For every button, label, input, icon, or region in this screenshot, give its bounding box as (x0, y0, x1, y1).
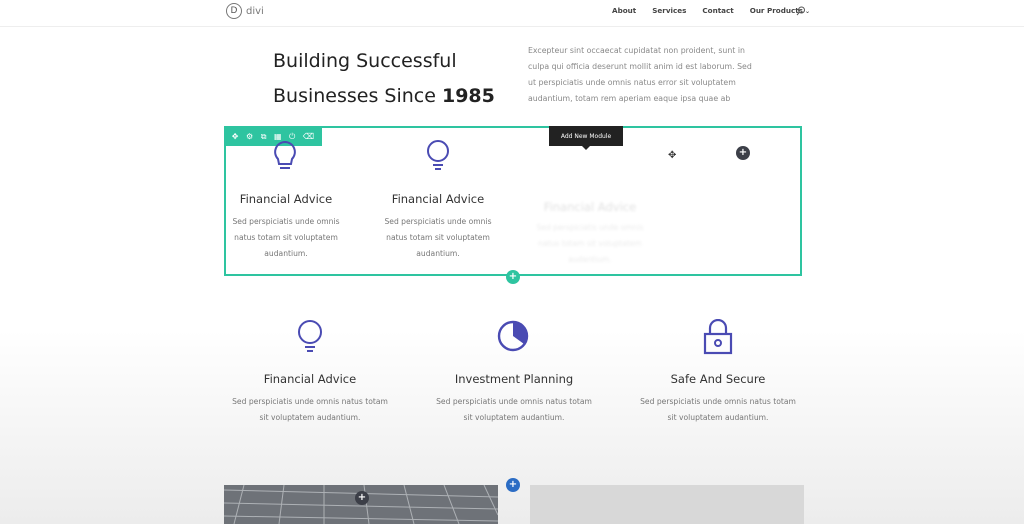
move-cursor-icon: ✥ (668, 150, 677, 161)
add-module-button[interactable]: + (736, 146, 750, 160)
feature-desc: Sed perspiciatis unde omnis natus totam … (632, 394, 804, 426)
trash-icon[interactable]: ⌫ (303, 132, 314, 141)
module-title: Financial Advice (239, 192, 333, 206)
module-desc-line: natus totam sit voluptatem (538, 239, 642, 248)
builder-module-2[interactable]: Financial Advice Sed perspiciatis unde o… (376, 192, 500, 262)
add-module-button[interactable]: + (355, 491, 369, 505)
module-desc-line: Sed perspiciatis unde omnis (536, 223, 644, 232)
feature-desc-line: Sed perspiciatis unde omnis natus totam (640, 397, 796, 406)
hero-paragraph: Excepteur sint occaecat cupidatat non pr… (528, 46, 752, 103)
feature-safe-and-secure: Safe And Secure Sed perspiciatis unde om… (632, 372, 804, 426)
main-nav: About Services Contact Our Products ⌄ (612, 6, 810, 15)
module-desc: Sed perspiciatis unde omnis natus totam … (224, 214, 348, 262)
feature-desc-line: Sed perspiciatis unde omnis natus totam (436, 397, 592, 406)
pie-chart-icon (497, 320, 529, 352)
image-placeholder[interactable] (530, 485, 804, 524)
feature-desc-line: sit voluptatem audantium. (667, 413, 769, 422)
module-desc-line: audantium. (416, 249, 460, 258)
feature-desc-line: Sed perspiciatis unde omnis natus totam (232, 397, 388, 406)
module-title: Financial Advice (391, 192, 485, 206)
lightbulb-icon (427, 140, 449, 170)
feature-desc-line: sit voluptatem audantium. (463, 413, 565, 422)
feature-desc-line: sit voluptatem audantium. (259, 413, 361, 422)
module-desc-line: natus totam sit voluptatem (386, 233, 490, 242)
module-desc: Sed perspiciatis unde omnis natus totam … (376, 214, 500, 262)
lock-icon (703, 319, 733, 355)
lightbulb-icon (298, 320, 322, 352)
hero-title-line1: Building Successful (273, 50, 457, 72)
power-icon[interactable]: ⏻ (289, 132, 295, 141)
module-desc-line: Sed perspiciatis unde omnis (232, 217, 340, 226)
hero-title-prefix: Businesses Since (273, 85, 442, 107)
hero-title-line2: Businesses Since 1985 (273, 79, 495, 114)
lightbulb-icon (274, 141, 296, 169)
move-icon[interactable]: ✥ (232, 132, 239, 141)
feature-title: Financial Advice (263, 372, 357, 386)
add-row-button[interactable]: + (506, 270, 520, 284)
logo[interactable]: D divi (226, 3, 264, 19)
hero-title-year: 1985 (441, 85, 495, 107)
gear-icon[interactable]: ⚙ (246, 132, 253, 141)
nav-item-services[interactable]: Services (652, 6, 686, 15)
module-desc-line: Sed perspiciatis unde omnis (384, 217, 492, 226)
duplicate-icon[interactable]: ⧉ (261, 132, 267, 141)
feature-financial-advice: Financial Advice Sed perspiciatis unde o… (224, 372, 396, 426)
logo-mark: D (226, 3, 242, 19)
hero-title: Building Successful Businesses Since 198… (273, 44, 495, 114)
nav-item-label: Our Products (749, 6, 803, 15)
site-header: D divi About Services Contact Our Produc… (0, 0, 1024, 27)
module-desc-line: natus totam sit voluptatem (234, 233, 338, 242)
module-desc: Sed perspiciatis unde omnis natus totam … (528, 220, 652, 268)
add-section-button[interactable]: + (506, 478, 520, 492)
module-desc-line: audantium. (264, 249, 308, 258)
feature-desc: Sed perspiciatis unde omnis natus totam … (224, 394, 396, 426)
columns-icon[interactable]: ▦ (274, 132, 282, 141)
feature-investment-planning: Investment Planning Sed perspiciatis und… (428, 372, 600, 426)
add-module-tooltip: Add New Module (549, 126, 623, 150)
feature-title: Safe And Secure (670, 372, 766, 386)
logo-text: divi (246, 5, 264, 17)
module-title: Financial Advice (543, 200, 637, 214)
feature-desc: Sed perspiciatis unde omnis natus totam … (428, 394, 600, 426)
module-desc-line: audantium. (568, 255, 612, 264)
search-icon[interactable] (796, 6, 806, 16)
nav-item-about[interactable]: About (612, 6, 636, 15)
feature-title: Investment Planning (454, 372, 574, 386)
nav-item-contact[interactable]: Contact (702, 6, 733, 15)
dragged-module-ghost[interactable]: Financial Advice Sed perspiciatis unde o… (528, 200, 652, 268)
builder-module-1[interactable]: Financial Advice Sed perspiciatis unde o… (224, 192, 348, 262)
